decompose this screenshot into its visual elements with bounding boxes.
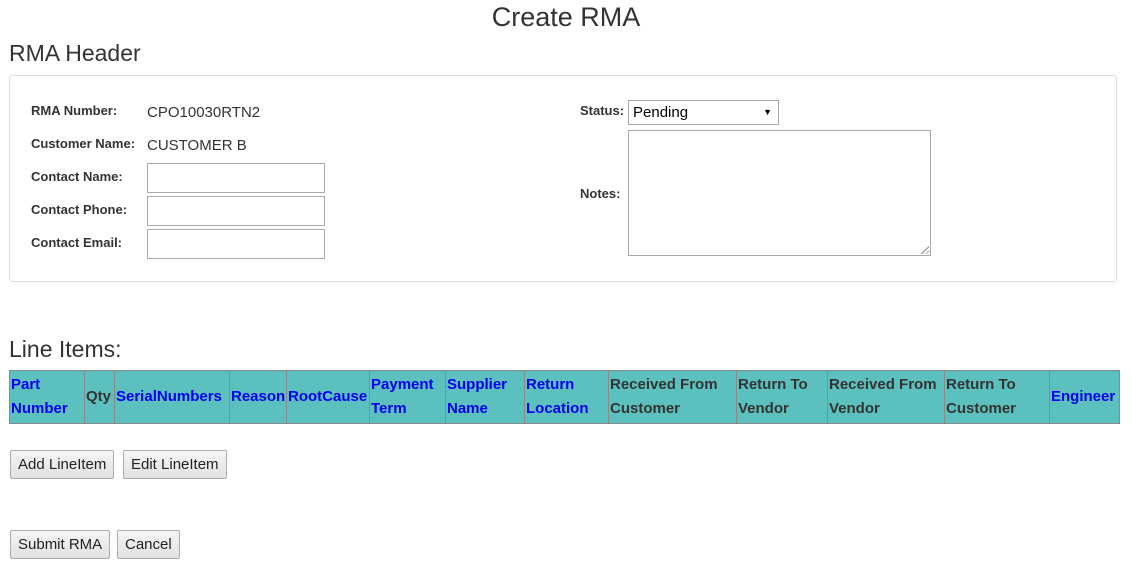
status-label: Status: [580,103,625,118]
contact-email-label: Contact Email: [31,235,123,250]
column-header-part-number[interactable]: Part Number [9,370,85,424]
table-header-row: Part Number Qty SerialNumbers Reason Roo… [9,370,1120,424]
column-header-reason[interactable]: Reason [229,370,287,424]
column-header-return-location[interactable]: Return Location [524,370,609,424]
contact-email-input[interactable] [147,229,325,259]
customer-name-value: CUSTOMER B [147,137,247,154]
resize-grip-icon[interactable] [920,245,929,254]
column-header-received-from-vendor: Received From Vendor [827,370,945,424]
column-header-received-from-customer: Received From Customer [608,370,737,424]
edit-lineitem-button[interactable]: Edit LineItem [123,450,227,479]
notes-textarea[interactable] [628,130,931,256]
line-items-title: Line Items: [9,336,122,362]
column-header-serial-numbers[interactable]: SerialNumbers [114,370,230,424]
cancel-button[interactable]: Cancel [117,530,180,559]
rma-number-value: CPO10030RTN2 [147,104,261,121]
column-header-return-to-customer: Return To Customer [944,370,1050,424]
page-title: Create RMA [491,2,641,32]
submit-rma-button[interactable]: Submit RMA [10,530,111,559]
line-items-table: Part Number Qty SerialNumbers Reason Roo… [9,370,1120,424]
customer-name-label: Customer Name: [31,136,136,151]
contact-name-input[interactable] [147,163,325,193]
status-select[interactable]: Pending ▼ [628,100,779,125]
contact-name-label: Contact Name: [31,169,123,184]
column-header-qty: Qty [84,370,115,424]
status-selected-value: Pending [633,104,689,121]
add-lineitem-button[interactable]: Add LineItem [10,450,115,479]
rma-header-title: RMA Header [9,40,141,66]
create-rma-page: Create RMA RMA Header RMA Number: CPO100… [0,0,1132,567]
chevron-down-icon: ▼ [763,107,772,117]
contact-phone-label: Contact Phone: [31,202,128,217]
column-header-engineer[interactable]: Engineer [1049,370,1120,424]
notes-label: Notes: [580,186,621,201]
column-header-return-to-vendor: Return To Vendor [736,370,828,424]
column-header-root-cause[interactable]: RootCause [286,370,370,424]
contact-phone-input[interactable] [147,196,325,226]
column-header-payment-term[interactable]: Payment Term [369,370,446,424]
rma-number-label: RMA Number: [31,103,118,118]
column-header-supplier-name[interactable]: Supplier Name [445,370,525,424]
